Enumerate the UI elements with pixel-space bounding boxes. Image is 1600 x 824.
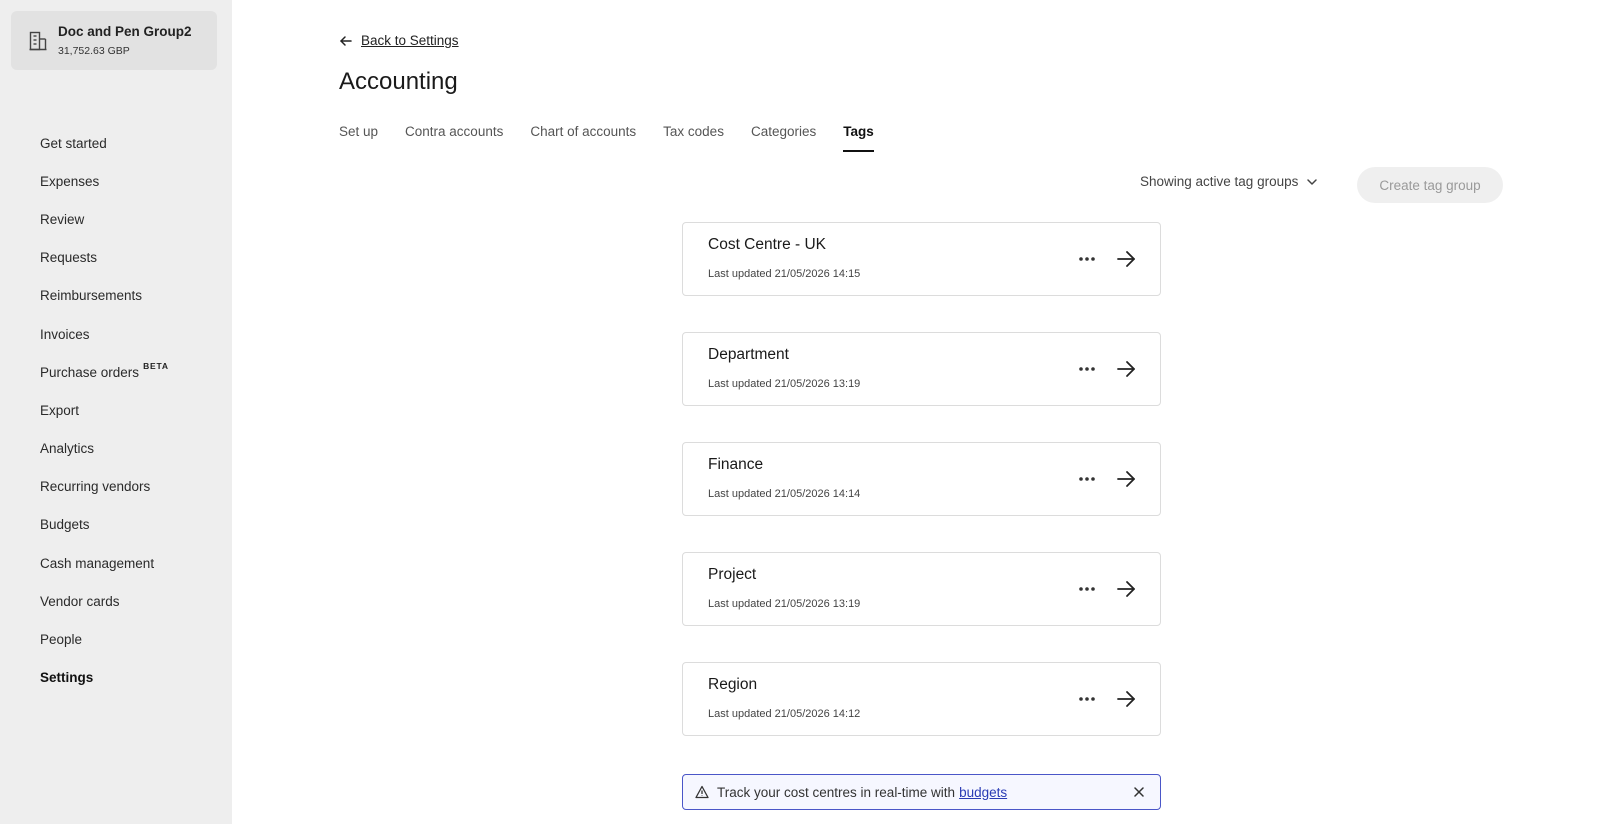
tag-group-card[interactable]: Project Last updated 21/05/2026 13:19 — [682, 552, 1161, 626]
sidebar-item-label: Expenses — [40, 173, 100, 189]
banner-text: Track your cost centres in real-time wit… — [717, 784, 956, 800]
tag-group-updated: Last updated 21/05/2026 14:14 — [708, 488, 861, 500]
sidebar-item-expenses[interactable]: Expenses — [0, 162, 232, 200]
more-options-icon[interactable] — [1076, 359, 1098, 379]
sidebar-item-label: Get started — [40, 135, 107, 151]
tag-group-name: Cost Centre - UK — [708, 236, 827, 253]
tag-group-name: Region — [708, 676, 758, 693]
filter-label: Showing active tag groups — [1140, 174, 1299, 189]
more-options-icon[interactable] — [1076, 249, 1098, 269]
arrow-right-icon[interactable] — [1115, 578, 1137, 600]
sidebar-item-settings[interactable]: Settings — [0, 659, 232, 697]
sidebar-item-label: Export — [40, 402, 80, 418]
sidebar-item-label: Recurring vendors — [40, 479, 151, 495]
company-name: Doc and Pen Group2 — [58, 23, 192, 39]
budgets-promo-banner: Track your cost centres in real-time wit… — [682, 774, 1161, 810]
sidebar-item-label: People — [40, 632, 83, 648]
sidebar-item-invoices[interactable]: Invoices — [0, 315, 232, 353]
arrow-left-icon — [339, 34, 353, 48]
sidebar-item-recurring-vendors[interactable]: Recurring vendors — [0, 468, 232, 506]
warning-icon — [695, 785, 709, 799]
sidebar-item-get-started[interactable]: Get started — [0, 124, 232, 162]
tag-group-updated: Last updated 21/05/2026 13:19 — [708, 598, 861, 610]
sidebar-item-label: Cash management — [40, 555, 155, 571]
sidebar-item-label: Invoices — [40, 326, 90, 342]
create-tag-group-button[interactable]: Create tag group — [1357, 167, 1503, 203]
arrow-right-icon[interactable] — [1115, 248, 1137, 270]
sidebar-item-label: Review — [40, 211, 85, 227]
beta-badge: BETA — [143, 361, 169, 372]
tag-group-card[interactable]: Region Last updated 21/05/2026 14:12 — [682, 662, 1161, 736]
chevron-down-icon — [1306, 176, 1318, 188]
tag-group-updated: Last updated 21/05/2026 14:12 — [708, 708, 861, 720]
tag-group-card[interactable]: Department Last updated 21/05/2026 13:19 — [682, 332, 1161, 406]
more-options-icon[interactable] — [1076, 689, 1098, 709]
arrow-right-icon[interactable] — [1115, 358, 1137, 380]
company-balance: 31,752.63 GBP — [58, 44, 130, 57]
back-to-settings-link[interactable]: Back to Settings — [339, 33, 459, 48]
tab-tags[interactable]: Tags — [843, 124, 874, 152]
sidebar-item-label: Purchase orders — [40, 364, 140, 380]
sidebar-item-label: Requests — [40, 250, 98, 266]
tab-contra-accounts[interactable]: Contra accounts — [405, 124, 503, 152]
tag-group-card[interactable]: Finance Last updated 21/05/2026 14:14 — [682, 442, 1161, 516]
sidebar-item-people[interactable]: People — [0, 620, 232, 658]
page-title: Accounting — [339, 68, 458, 95]
sidebar-item-cash-management[interactable]: Cash management — [0, 544, 232, 582]
sidebar-item-label: Settings — [40, 670, 94, 686]
tag-group-name: Project — [708, 566, 757, 583]
tab-chart-of-accounts[interactable]: Chart of accounts — [530, 124, 636, 152]
sidebar: Doc and Pen Group2 31,752.63 GBP Get sta… — [0, 0, 232, 824]
tab-bar: Set up Contra accounts Chart of accounts… — [339, 124, 901, 152]
sidebar-item-vendor-cards[interactable]: Vendor cards — [0, 582, 232, 620]
tag-group-name: Finance — [708, 456, 764, 473]
sidebar-item-label: Analytics — [40, 441, 95, 457]
company-switcher[interactable]: Doc and Pen Group2 31,752.63 GBP — [11, 11, 217, 70]
arrow-right-icon[interactable] — [1115, 688, 1137, 710]
tag-group-updated: Last updated 21/05/2026 14:15 — [708, 268, 861, 280]
arrow-right-icon[interactable] — [1115, 468, 1137, 490]
sidebar-item-label: Budgets — [40, 517, 90, 533]
sidebar-item-purchase-orders[interactable]: Purchase orders BETA — [0, 353, 232, 391]
tag-group-filter-dropdown[interactable]: Showing active tag groups — [1140, 174, 1318, 189]
back-link-label: Back to Settings — [361, 33, 459, 48]
close-icon[interactable] — [1132, 785, 1146, 799]
sidebar-item-review[interactable]: Review — [0, 200, 232, 238]
sidebar-nav: Get started Expenses Review Requests Rei… — [0, 124, 232, 697]
sidebar-item-analytics[interactable]: Analytics — [0, 430, 232, 468]
sidebar-item-label: Reimbursements — [40, 288, 143, 304]
tag-group-card[interactable]: Cost Centre - UK Last updated 21/05/2026… — [682, 222, 1161, 296]
sidebar-item-requests[interactable]: Requests — [0, 239, 232, 277]
tab-tax-codes[interactable]: Tax codes — [663, 124, 724, 152]
tag-group-updated: Last updated 21/05/2026 13:19 — [708, 378, 861, 390]
sidebar-item-export[interactable]: Export — [0, 391, 232, 429]
tab-categories[interactable]: Categories — [751, 124, 816, 152]
tab-set-up[interactable]: Set up — [339, 124, 378, 152]
sidebar-item-label: Vendor cards — [40, 593, 120, 609]
tag-group-name: Department — [708, 346, 789, 363]
building-icon — [28, 31, 48, 51]
more-options-icon[interactable] — [1076, 469, 1098, 489]
sidebar-item-budgets[interactable]: Budgets — [0, 506, 232, 544]
sidebar-item-reimbursements[interactable]: Reimbursements — [0, 277, 232, 315]
budgets-link[interactable]: budgets — [959, 785, 1007, 800]
more-options-icon[interactable] — [1076, 579, 1098, 599]
